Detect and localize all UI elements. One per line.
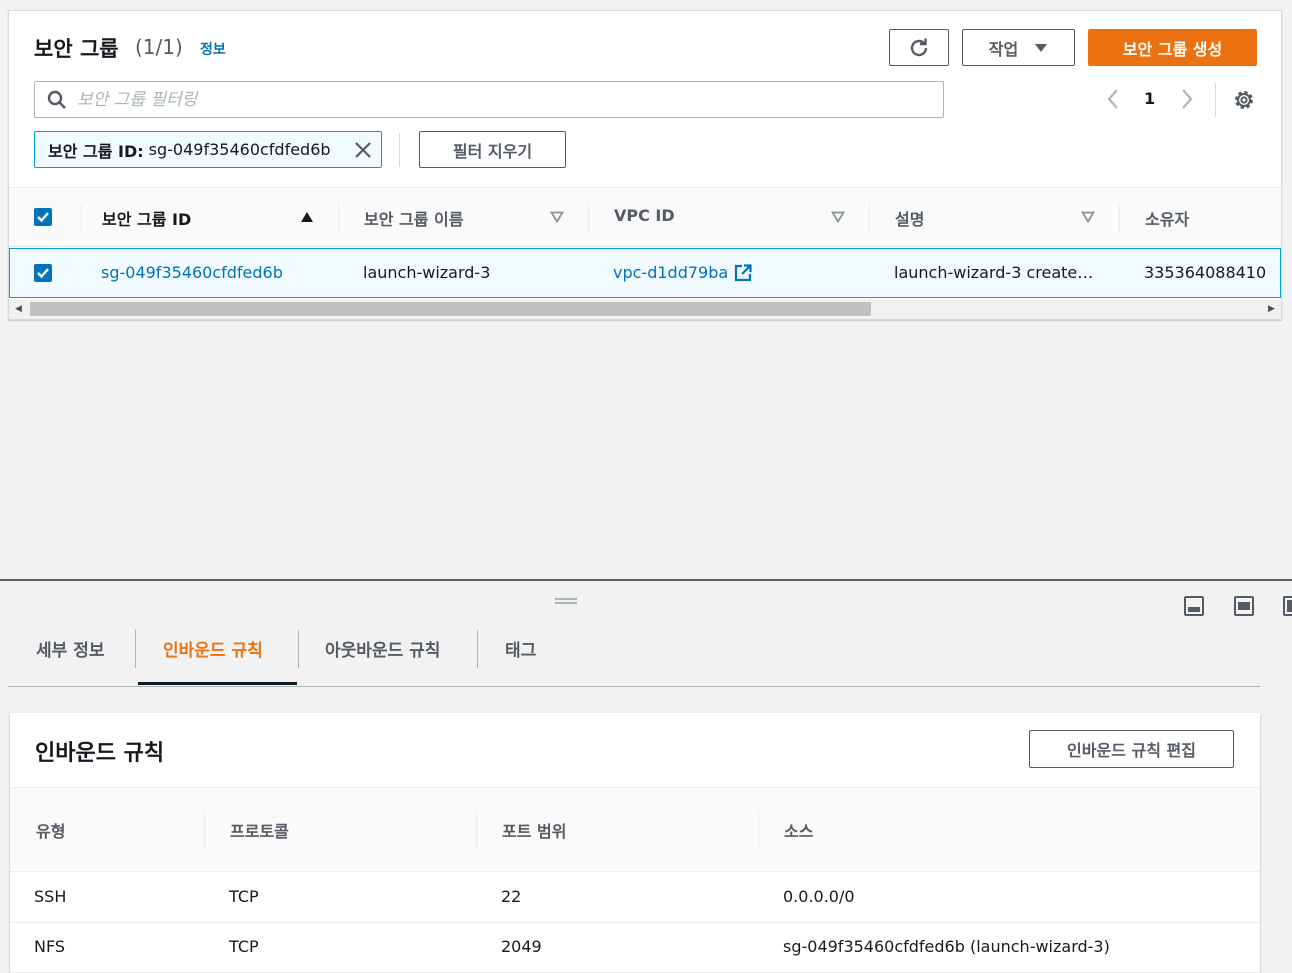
table-row: SSH TCP 22 0.0.0.0/0 [10,873,1260,923]
filter-search-input[interactable] [77,87,927,113]
pane-middle-icon[interactable] [1234,596,1254,616]
description-cell: launch-wizard-3 create… [894,263,1094,282]
split-divider[interactable] [0,579,1292,581]
table-row: NFS TCP 2049 sg-049f35460cfdfed6b (launc… [10,923,1260,973]
column-divider [81,204,82,232]
filter-search-box[interactable] [34,81,944,118]
inbound-rules-panel: 인바운드 규칙 인바운드 규칙 편집 유형 프로토콜 포트 범위 소스 SSH … [10,713,1260,973]
column-header-sg-id[interactable]: 보안 그룹 ID [102,206,191,230]
pane-side-icon[interactable] [1283,596,1292,616]
info-link[interactable]: 정보 [200,39,226,59]
tab-divider [135,630,136,668]
column-header-type: 유형 [36,822,66,841]
rule-type-cell: NFS [34,937,66,956]
resize-grip-icon[interactable] [555,598,577,604]
rule-protocol-cell: TCP [229,887,259,906]
scrollbar-thumb[interactable] [30,302,871,316]
sg-name-cell: launch-wizard-3 [363,263,491,282]
sort-icon[interactable] [1081,211,1095,223]
scroll-left-icon[interactable]: ◀ [15,304,22,314]
security-groups-panel: 보안 그룹 (1/1) 정보 작업 보안 그룹 생성 1 보안 그룹 ID: s… [8,10,1282,320]
token-divider [399,133,400,167]
column-header-source: 소스 [784,822,814,841]
pager-divider [1215,83,1216,117]
column-divider [338,204,339,232]
external-link-icon[interactable] [734,264,752,282]
previous-page-icon[interactable] [1103,87,1123,111]
filter-token-value: sg-049f35460cfdfed6b [148,140,331,159]
active-tab-indicator [138,682,297,685]
vpc-id-link[interactable]: vpc-d1dd79ba [613,263,728,282]
actions-dropdown[interactable]: 작업 [962,29,1075,66]
tab-outbound-rules[interactable]: 아웃바운드 규칙 [325,636,440,661]
select-all-checkbox[interactable] [34,208,52,226]
column-divider [869,204,870,232]
gear-icon[interactable] [1232,88,1256,112]
sort-ascending-icon[interactable] [300,211,314,223]
tab-inbound-rules[interactable]: 인바운드 규칙 [163,636,263,661]
column-header-port-range: 포트 범위 [502,822,567,841]
column-divider [1119,204,1120,232]
column-divider [476,810,477,850]
tab-tags[interactable]: 태그 [505,636,536,661]
caret-down-icon [1035,43,1048,52]
column-header-owner[interactable]: 소유자 [1145,206,1189,230]
inbound-rules-title: 인바운드 규칙 [35,741,165,766]
scroll-right-icon[interactable]: ▶ [1268,304,1275,314]
column-header-sg-name[interactable]: 보안 그룹 이름 [364,206,463,230]
next-page-icon[interactable] [1177,87,1197,111]
row-checkbox[interactable] [34,264,52,282]
column-header-vpc-id[interactable]: VPC ID [614,206,675,225]
column-header-description[interactable]: 설명 [895,206,924,230]
table-header: 보안 그룹 ID 보안 그룹 이름 VPC ID 설명 소유자 [9,187,1281,247]
edit-inbound-rules-button[interactable]: 인바운드 규칙 편집 [1029,730,1234,768]
rule-protocol-cell: TCP [229,937,259,956]
owner-cell: 335364088410 [1144,263,1267,282]
rules-table-header: 유형 프로토콜 포트 범위 소스 [10,787,1260,872]
tabs-baseline [8,686,1260,687]
create-security-group-button[interactable]: 보안 그룹 생성 [1088,29,1257,66]
checkmark-icon [37,212,49,223]
close-icon[interactable] [353,140,373,160]
rule-source-cell: sg-049f35460cfdfed6b (launch-wizard-3) [783,937,1110,956]
pane-bottom-icon[interactable] [1184,596,1204,616]
current-page-number[interactable]: 1 [1144,89,1155,108]
refresh-button[interactable] [889,29,949,66]
tab-divider [477,630,478,668]
column-header-protocol: 프로토콜 [230,822,289,841]
tab-divider [298,630,299,668]
search-icon [47,90,66,109]
table-row[interactable]: sg-049f35460cfdfed6b launch-wizard-3 vpc… [9,248,1281,298]
rule-source-cell: 0.0.0.0/0 [783,887,855,906]
filter-token-key: 보안 그룹 ID: [48,141,144,161]
horizontal-scrollbar[interactable]: ◀ ▶ [9,299,1281,319]
column-divider [204,810,205,850]
clear-filters-button[interactable]: 필터 지우기 [419,131,566,168]
sg-id-link[interactable]: sg-049f35460cfdfed6b [101,263,283,282]
column-divider [758,810,759,850]
rule-port-cell: 2049 [501,937,542,956]
filter-token: 보안 그룹 ID: sg-049f35460cfdfed6b [34,131,382,168]
tab-details[interactable]: 세부 정보 [36,636,104,661]
sort-icon[interactable] [831,211,845,223]
actions-label: 작업 [988,39,1019,59]
checkmark-icon [37,268,49,279]
selection-count: (1/1) [135,35,183,59]
refresh-icon [910,38,928,56]
column-divider [588,204,589,232]
sort-icon[interactable] [550,211,564,223]
page-title: 보안 그룹 [34,37,119,61]
rule-type-cell: SSH [34,887,67,906]
rule-port-cell: 22 [501,887,522,906]
